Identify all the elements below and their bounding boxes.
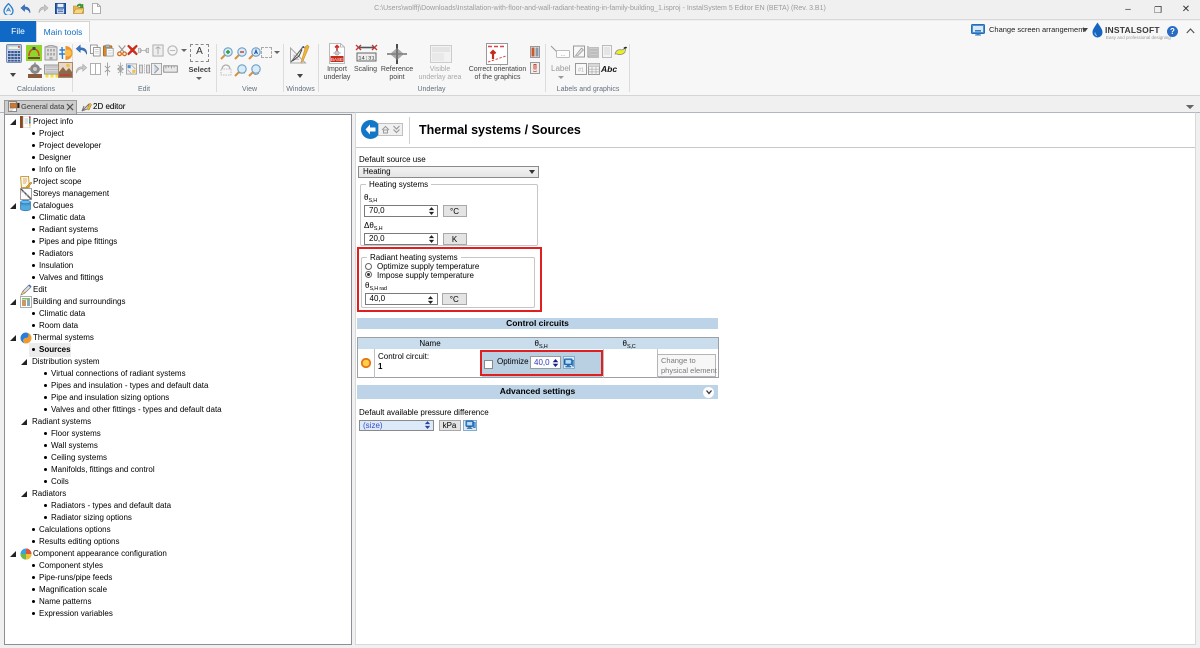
svg-text:#1: #1: [578, 68, 584, 74]
svg-text:...: ...: [560, 52, 565, 58]
svg-text:BASE: BASE: [331, 57, 343, 62]
svg-text:14:31: 14:31: [358, 55, 375, 62]
